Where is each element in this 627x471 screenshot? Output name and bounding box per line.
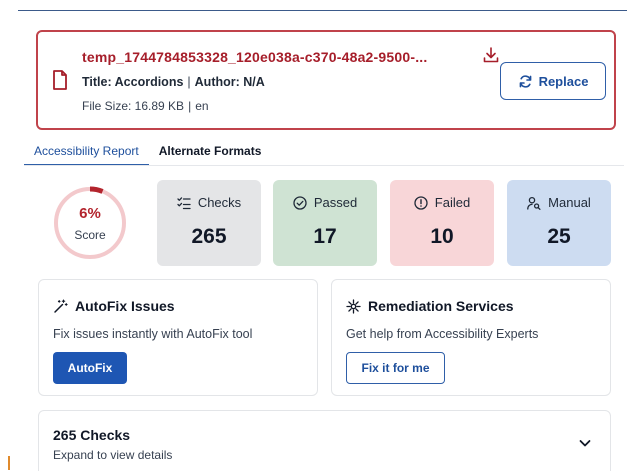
checks-stat-card: Checks 265	[157, 180, 261, 266]
passed-stat-label: Passed	[313, 195, 358, 210]
manual-stat-label: Manual	[548, 195, 591, 210]
autofix-title-row: AutoFix Issues	[53, 298, 175, 314]
person-search-icon	[527, 196, 541, 210]
failed-stat-card: Failed 10	[390, 180, 494, 266]
file-author: Author: N/A	[194, 75, 265, 89]
remediation-card: Remediation Services Get help from Acces…	[331, 279, 611, 396]
manual-stat-card: Manual 25	[507, 180, 611, 266]
file-card: temp_1744784853328_120e038a-c370-48a2-95…	[36, 30, 616, 130]
tab-accessibility-report[interactable]: Accessibility Report	[24, 144, 149, 166]
passed-stat-value: 17	[313, 225, 337, 248]
replace-label: Replace	[538, 73, 589, 89]
check-circle-icon	[293, 195, 307, 210]
alert-circle-icon	[414, 195, 428, 210]
score-value: 6%	[79, 205, 101, 222]
failed-stat-header: Failed	[390, 195, 494, 210]
checklist-icon	[177, 196, 191, 209]
file-title: Title: Accordions	[82, 75, 184, 89]
checks-stat-header: Checks	[157, 195, 261, 210]
autofix-card: AutoFix Issues Fix issues instantly with…	[38, 279, 318, 396]
manual-stat-value: 25	[547, 225, 571, 248]
passed-stat-header: Passed	[273, 195, 377, 210]
score-ring-track	[54, 187, 126, 259]
autofix-title: AutoFix Issues	[75, 298, 175, 314]
magic-wand-icon	[54, 298, 68, 313]
file-language: en	[195, 99, 209, 113]
chevron-down-icon[interactable]	[577, 435, 593, 451]
meta-separator: |	[187, 75, 191, 89]
file-meta: Title: Accordions | Author: N/A	[82, 75, 265, 89]
meta-separator: |	[188, 99, 192, 113]
document-icon	[53, 70, 67, 90]
refresh-icon	[519, 74, 531, 88]
score-label: Score	[74, 228, 106, 242]
tab-alternate-formats[interactable]: Alternate Formats	[149, 144, 272, 166]
replace-button[interactable]: Replace	[500, 62, 606, 100]
edge-marker	[8, 456, 10, 470]
autofix-button[interactable]: AutoFix	[53, 352, 127, 384]
sparkle-icon	[346, 298, 361, 314]
file-name: temp_1744784853328_120e038a-c370-48a2-95…	[82, 49, 428, 65]
tabs-divider	[24, 165, 624, 166]
autofix-description: Fix issues instantly with AutoFix tool	[53, 327, 253, 341]
checks-accordion[interactable]: 265 Checks Expand to view details	[38, 410, 611, 471]
passed-stat-card: Passed 17	[273, 180, 377, 266]
top-divider	[18, 10, 627, 11]
file-size: File Size: 16.89 KB	[82, 99, 185, 113]
remediation-title: Remediation Services	[368, 298, 514, 314]
download-icon[interactable]	[482, 46, 500, 64]
report-tabs: Accessibility Report Alternate Formats	[24, 144, 271, 166]
remediation-title-row: Remediation Services	[346, 298, 514, 314]
fix-it-for-me-button[interactable]: Fix it for me	[346, 352, 445, 384]
score-ring: 6% Score	[50, 183, 130, 263]
file-size-line: File Size: 16.89 KB | en	[82, 99, 209, 113]
remediation-description: Get help from Accessibility Experts	[346, 327, 539, 341]
checks-accordion-title: 265 Checks	[53, 427, 131, 443]
checks-stat-value: 265	[191, 225, 227, 248]
score-ring-chart	[53, 186, 127, 260]
manual-stat-header: Manual	[507, 195, 611, 210]
checks-accordion-subtitle: Expand to view details	[53, 448, 173, 462]
failed-stat-value: 10	[430, 225, 454, 248]
checks-stat-label: Checks	[197, 195, 242, 210]
failed-stat-label: Failed	[434, 195, 471, 210]
